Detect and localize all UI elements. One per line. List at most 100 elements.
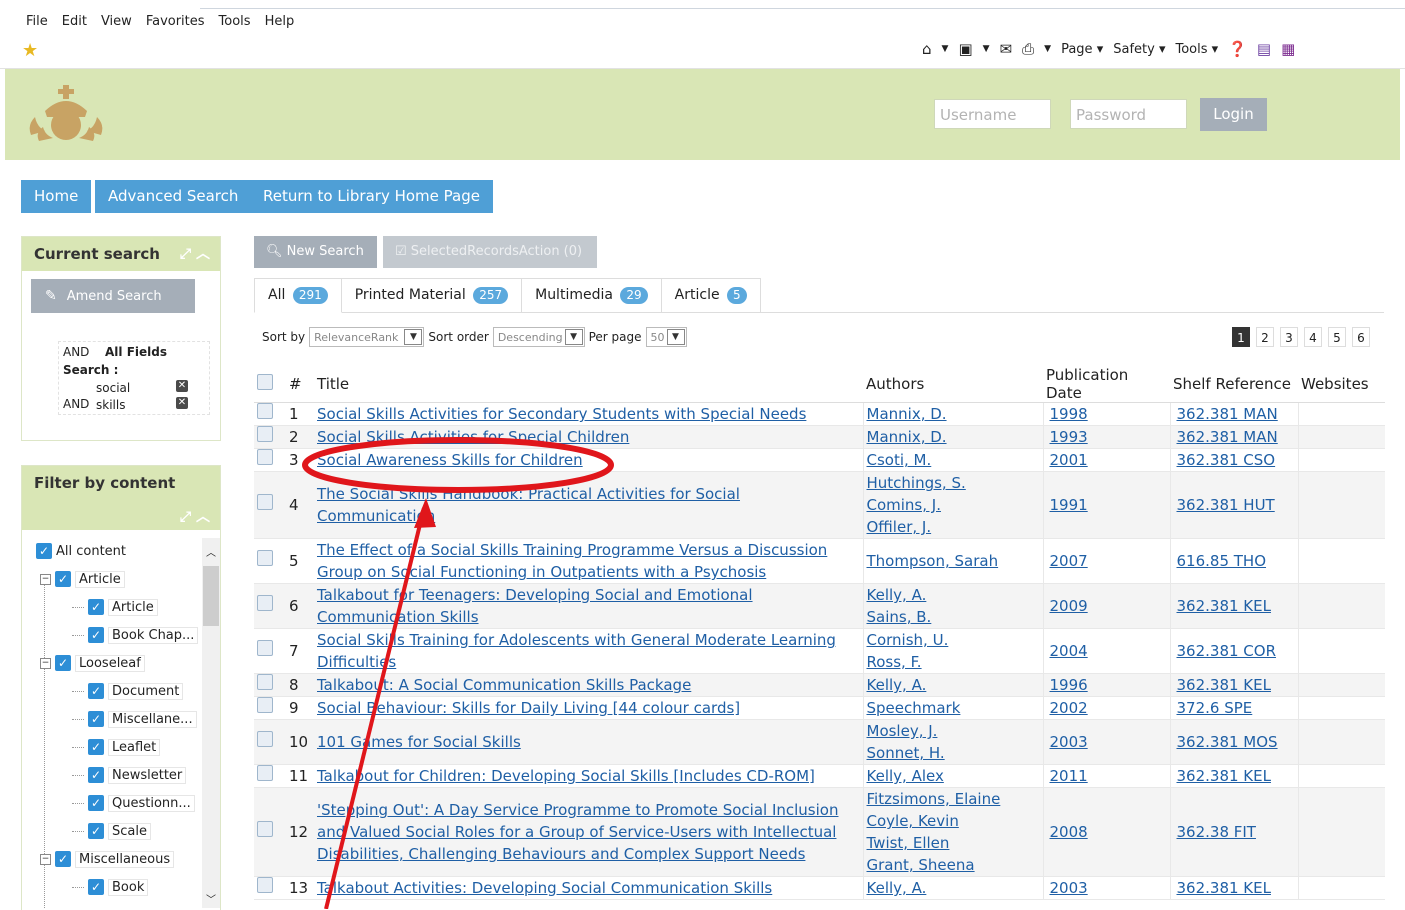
filter-checkbox[interactable]: ✓ [88,627,104,643]
date-link[interactable]: 1998 [1050,405,1088,423]
home-button[interactable]: Home [21,180,92,213]
title-link[interactable]: Talkabout for Teenagers: Developing Soci… [317,586,753,604]
date-link[interactable]: 2008 [1050,823,1088,841]
title-link[interactable]: Talkabout Activities: Developing Social … [317,879,772,897]
filter-item[interactable]: ✓ Book [72,876,149,898]
col-publication-date[interactable]: Publication Date [1043,366,1170,403]
scroll-thumb[interactable] [203,566,219,626]
filter-scrollbar[interactable]: ︿ ﹀ [202,538,220,908]
title-link[interactable]: Disabilities, Challenging Behaviours and… [317,845,805,863]
date-link[interactable]: 2007 [1050,552,1088,570]
title-link[interactable]: Talkabout: A Social Communication Skills… [317,676,691,694]
row-checkbox[interactable] [257,449,273,465]
collapse-icon[interactable]: − [40,657,51,669]
date-link[interactable]: 2003 [1050,879,1088,897]
menu-edit[interactable]: Edit [62,14,87,29]
filter-checkbox[interactable]: ✓ [36,543,52,559]
date-link[interactable]: 2002 [1050,699,1088,717]
row-checkbox[interactable] [257,403,273,419]
filter-item[interactable]: ✓ Scale [72,820,151,842]
col-title[interactable]: Title [314,366,863,403]
username-input[interactable]: Username [934,99,1051,129]
scroll-up-icon[interactable]: ︿ [206,544,216,559]
title-link[interactable]: The Social Skills Handbook: Practical Ac… [317,485,740,525]
filter-checkbox[interactable]: ✓ [88,823,104,839]
shelf-link[interactable]: 362.381 CSO [1177,451,1276,469]
author-link[interactable]: Mosley, J. [867,722,938,740]
title-link[interactable]: Social Skills Training for Adolescents w… [317,631,836,649]
date-link[interactable]: 2001 [1050,451,1088,469]
author-link[interactable]: Hutchings, S. [867,474,966,492]
home-icon[interactable]: ⌂ [922,40,932,58]
author-link[interactable]: Kelly, A. [867,586,927,604]
title-link[interactable]: Talkabout for Children: Developing Socia… [317,767,815,785]
col-authors[interactable]: Authors [863,366,1043,403]
author-link[interactable]: Offiler, J. [867,518,932,536]
tab-all[interactable]: All 291 [254,278,342,313]
menu-favorites[interactable]: Favorites [146,14,205,29]
help-icon[interactable]: ❓ [1228,40,1247,58]
author-link[interactable]: Cornish, U. [867,631,949,649]
title-link[interactable]: Difficulties [317,653,396,671]
filter-checkbox[interactable]: ✓ [55,571,71,587]
tools-menu[interactable]: Tools ▾ [1176,42,1219,57]
filter-checkbox[interactable]: ✓ [88,739,104,755]
menu-tools[interactable]: Tools [219,14,251,29]
shelf-link[interactable]: 362.381 KEL [1177,767,1271,785]
author-link[interactable]: Kelly, A. [867,879,927,897]
shelf-link[interactable]: 362.381 MAN [1177,428,1278,446]
expand-collapse-icon[interactable]: ⤢ ︿ [180,506,210,526]
title-link[interactable]: The Effect of a Social Skills Training P… [317,541,827,559]
sort-order-select[interactable]: Descending ▼ [492,327,585,347]
expand-collapse-icon[interactable]: ⤢ ︿ [180,237,210,271]
date-link[interactable]: 1993 [1050,428,1088,446]
shelf-link[interactable]: 362.381 KEL [1177,879,1271,897]
mail-icon[interactable]: ✉ [1000,40,1013,58]
sort-by-select[interactable]: RelevanceRank ▼ [309,327,425,347]
feeds-icon[interactable]: ▣ [958,40,972,58]
col-shelf-reference[interactable]: Shelf Reference [1170,366,1298,403]
title-link[interactable]: Group on Social Functioning in Outpatien… [317,563,766,581]
remove-term-icon[interactable]: ✕ [176,380,188,392]
page-menu[interactable]: Page ▾ [1061,42,1103,57]
filter-checkbox[interactable]: ✓ [88,879,104,895]
page-link[interactable]: 4 [1304,327,1322,347]
title-link[interactable]: Social Skills Activities for Secondary S… [317,405,806,423]
filter-item[interactable]: ✓ Article [72,596,158,618]
row-checkbox[interactable] [257,640,273,656]
shelf-link[interactable]: 362.381 MAN [1177,405,1278,423]
title-link[interactable]: Social Behaviour: Skills for Daily Livin… [317,699,740,717]
author-link[interactable]: Sonnet, H. [867,744,945,762]
author-link[interactable]: Speechmark [867,699,961,717]
per-page-select[interactable]: 50 ▼ [645,327,687,347]
filter-item[interactable]: − ✓ Article [40,568,125,590]
shelf-link[interactable]: 362.38 FIT [1177,823,1256,841]
title-link[interactable]: 'Stepping Out': A Day Service Programme … [317,801,838,819]
advanced-search-button[interactable]: Advanced Search [95,180,252,213]
scroll-down-icon[interactable]: ﹀ [206,891,216,906]
chevron-down-icon[interactable]: ▼ [1044,44,1051,54]
author-link[interactable]: Ross, F. [867,653,922,671]
selected-records-button[interactable]: ☑ SelectedRecordsAction (0) [383,236,597,268]
author-link[interactable]: Mannix, D. [867,428,947,446]
title-link[interactable]: Communication Skills [317,608,479,626]
collapse-icon[interactable]: − [40,853,51,865]
date-link[interactable]: 2011 [1050,767,1088,785]
remove-term-icon[interactable]: ✕ [176,397,188,409]
filter-item[interactable]: ✓ All content [36,540,126,562]
author-link[interactable]: Thompson, Sarah [867,552,999,570]
author-link[interactable]: Mannix, D. [867,405,947,423]
favorites-star-icon[interactable]: ★ [22,40,38,61]
row-checkbox[interactable] [257,550,273,566]
filter-checkbox[interactable]: ✓ [88,767,104,783]
author-link[interactable]: Coyle, Kevin [867,812,959,830]
filter-checkbox[interactable]: ✓ [88,795,104,811]
date-link[interactable]: 2009 [1050,597,1088,615]
filter-item[interactable]: ✓ Leaflet [72,736,161,758]
collapse-icon[interactable]: − [40,573,51,585]
date-link[interactable]: 1991 [1050,496,1088,514]
author-link[interactable]: Twist, Ellen [867,834,950,852]
filter-item[interactable]: ✓ Questionn... [72,792,195,814]
filter-item[interactable]: − ✓ Miscellaneous [40,848,175,870]
safety-menu[interactable]: Safety ▾ [1113,42,1165,57]
